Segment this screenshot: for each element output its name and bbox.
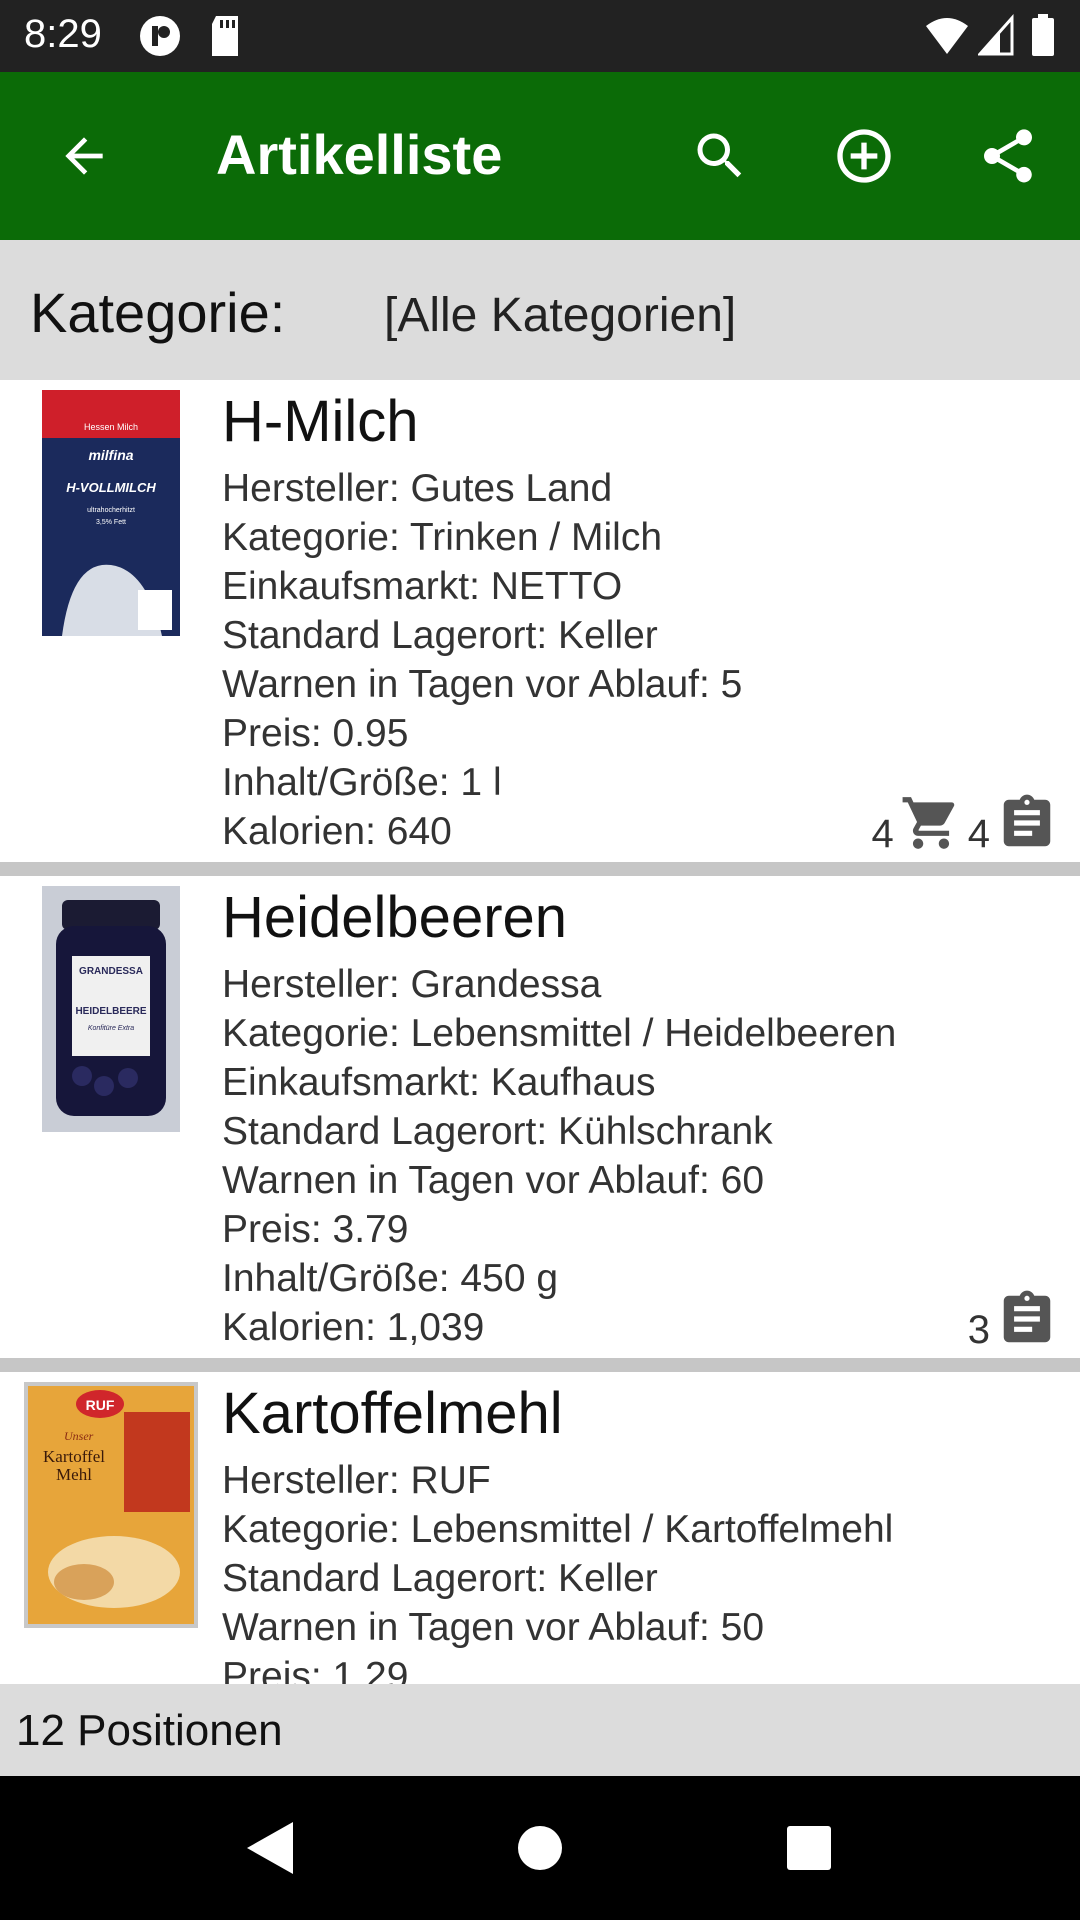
cell-signal-icon [978,14,1014,56]
list-item[interactable]: Hessen Milch milfina H-VOLLMILCH ultraho… [0,380,1080,862]
article-detail-line: Standard Lagerort: Keller [222,1557,658,1600]
article-detail-line: Standard Lagerort: Keller [222,614,658,657]
svg-text:GRANDESSA: GRANDESSA [79,966,143,977]
article-detail-line: Inhalt/Größe: 1 l [222,761,502,804]
article-name: Heidelbeeren [222,885,568,950]
article-detail-line: Kategorie: Lebensmittel / Heidelbeeren [222,1012,897,1055]
back-button[interactable] [44,116,124,196]
article-detail-line: Warnen in Tagen vor Ablauf: 5 [222,663,743,706]
list-divider [0,1358,1080,1372]
battery-icon [1032,14,1054,56]
article-detail-line: Einkaufsmarkt: Kaufhaus [222,1061,656,1104]
add-circle-icon [837,129,891,183]
article-badges: 3 [968,1288,1058,1350]
search-icon [697,133,742,178]
clipboard-icon [1003,794,1051,847]
cart-count: 4 [871,812,894,856]
nav-back-button[interactable] [238,1816,302,1880]
nav-home-icon [518,1826,562,1870]
article-name: H-Milch [222,389,419,454]
nav-back-icon [247,1822,293,1874]
status-time: 8:29 [24,12,102,56]
svg-text:HEIDELBEERE: HEIDELBEERE [75,1006,146,1017]
nav-home-button[interactable] [508,1816,572,1880]
svg-text:Unser: Unser [64,1429,94,1443]
article-list[interactable]: Hessen Milch milfina H-VOLLMILCH ultraho… [0,380,1080,1684]
nav-recents-button[interactable] [777,1816,841,1880]
share-icon [984,129,1032,183]
cart-icon [902,797,955,849]
svg-text:milfina: milfina [88,447,133,463]
stock-count: 3 [967,1308,990,1352]
svg-text:Kartoffel: Kartoffel [43,1447,105,1466]
wifi-icon [926,18,968,54]
article-detail-line: Kalorien: 640 [222,810,452,853]
svg-text:Mehl: Mehl [56,1465,92,1484]
sd-card-icon [212,16,238,56]
article-detail-line: Kategorie: Lebensmittel / Kartoffelmehl [222,1508,894,1551]
article-detail-line: Standard Lagerort: Kühlschrank [222,1110,773,1153]
svg-text:H-VOLLMILCH: H-VOLLMILCH [66,480,156,495]
article-detail-line: Inhalt/Größe: 450 g [222,1257,559,1300]
article-details: Hersteller: Grandessa Kategorie: Lebensm… [222,960,896,1352]
product-image-heidelbeeren: GRANDESSA HEIDELBEERE Konfitüre Extra [42,886,180,1132]
clipboard-icon [1003,1290,1051,1343]
article-detail-line: Einkaufsmarkt: NETTO [222,565,623,608]
article-detail-line: Preis: 0.95 [222,712,409,755]
product-image-text: Hessen Milch [84,422,138,432]
nav-recents-icon [787,1826,831,1870]
article-name: Kartoffelmehl [222,1381,563,1446]
article-details: Hersteller: Gutes Land Kategorie: Trinke… [222,464,742,856]
article-detail-line: Kategorie: Trinken / Milch [222,516,663,559]
article-detail-line: Preis: 1.29 [222,1655,409,1684]
article-detail-line: Hersteller: RUF [222,1459,491,1502]
category-label: Kategorie: [30,281,286,344]
svg-text:RUF: RUF [86,1397,115,1413]
article-details: Hersteller: RUF Kategorie: Lebensmittel … [222,1456,893,1684]
add-article-button[interactable] [824,116,904,196]
svg-text:3,5% Fett: 3,5% Fett [96,519,126,526]
item-count-text: 12 Positionen [16,1706,283,1755]
notification-app-icon [140,16,180,56]
svg-text:ultrahocherhitzt: ultrahocherhitzt [87,507,135,514]
product-image-h-milch: Hessen Milch milfina H-VOLLMILCH ultraho… [42,390,180,636]
app-bar: Artikelliste [0,72,1080,240]
article-detail-line: Hersteller: Gutes Land [222,467,613,510]
list-item[interactable]: GRANDESSA HEIDELBEERE Konfitüre Extra He… [0,876,1080,1358]
share-button[interactable] [968,116,1048,196]
list-item[interactable]: RUF Unser Kartoffel Mehl Kartoffelmehl H… [0,1372,1080,1684]
article-detail-line: Warnen in Tagen vor Ablauf: 50 [222,1606,765,1649]
article-badges: 4 4 [872,792,1059,854]
item-count-footer: 12 Positionen [0,1684,1080,1776]
list-divider [0,862,1080,876]
search-button[interactable] [680,116,760,196]
svg-text:Konfitüre Extra: Konfitüre Extra [88,1025,134,1032]
stock-count: 4 [967,812,990,856]
product-image-kartoffelmehl: RUF Unser Kartoffel Mehl [24,1382,198,1628]
article-detail-line: Preis: 3.79 [222,1208,409,1251]
page-title: Artikelliste [216,123,503,186]
article-detail-line: Hersteller: Grandessa [222,963,602,1006]
arrow-left-icon [65,137,103,175]
system-nav-bar [0,1776,1080,1920]
status-bar: 8:29 [0,0,1080,72]
category-filter-bar: Kategorie: [Alle Kategorien] [0,240,1080,380]
article-detail-line: Kalorien: 1,039 [222,1306,485,1349]
category-selector[interactable]: [Alle Kategorien] [384,288,736,343]
article-detail-line: Warnen in Tagen vor Ablauf: 60 [222,1159,765,1202]
